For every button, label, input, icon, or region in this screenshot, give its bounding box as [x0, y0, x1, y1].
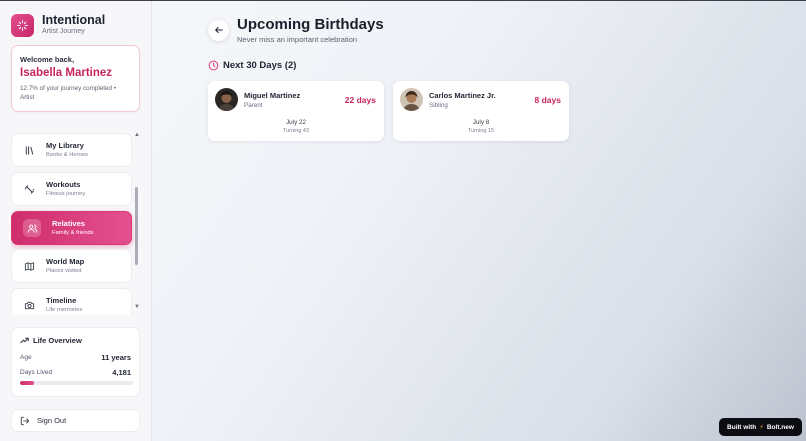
days-until-birthday: 8 days — [534, 95, 561, 105]
birthday-name: Miguel Martinez — [244, 91, 301, 100]
users-icon — [23, 219, 41, 237]
library-icon — [23, 144, 35, 156]
sign-out-button[interactable]: Sign Out — [11, 409, 140, 432]
sidebar-item-my-library[interactable]: My Library Books & Heroes — [11, 133, 132, 167]
avatar — [215, 88, 238, 111]
sidebar-item-sublabel: Books & Heroes — [46, 152, 88, 158]
birthday-card[interactable]: Carlos Martinez Jr. Sibling 8 days July … — [393, 81, 569, 141]
sign-out-label: Sign Out — [37, 416, 67, 425]
sidebar-item-sublabel: Places visited — [46, 268, 82, 274]
age-value: 11 years — [101, 353, 131, 362]
sidebar-item-label: My Library — [46, 141, 84, 150]
built-with-bolt-badge[interactable]: Built with ⚡ Bolt.new — [719, 418, 802, 436]
brand[interactable]: Intentional Artist Journey — [11, 13, 105, 37]
welcome-card: Welcome back, Isabella Martinez 12.7% of… — [11, 45, 140, 112]
birthday-relation: Parent — [244, 102, 263, 109]
birthday-date: July 8 — [472, 119, 490, 126]
map-icon — [23, 260, 35, 272]
birthday-date: July 22 — [286, 119, 306, 126]
sidebar-item-label: Workouts — [46, 180, 81, 189]
sparkle-icon — [11, 13, 34, 37]
life-progress-fill — [20, 381, 35, 385]
clock-icon — [208, 60, 219, 71]
sidebar-item-world-map[interactable]: World Map Places visited — [11, 249, 132, 283]
sidebar-item-sublabel: Fitness journey — [46, 191, 86, 197]
birthday-name: Carlos Martinez Jr. — [429, 91, 496, 100]
dumbbell-icon — [23, 183, 35, 195]
birthday-card[interactable]: Miguel Martinez Parent 22 days July 22 T… — [208, 81, 384, 141]
sidebar-item-timeline[interactable]: Timeline Life memories — [11, 288, 132, 315]
days-lived-label: Days Lived — [20, 369, 53, 376]
sidebar-item-label: Timeline — [46, 296, 77, 305]
sidebar-item-workouts[interactable]: Workouts Fitness journey — [11, 172, 132, 206]
sidebar-item-sublabel: Family & friends — [52, 230, 94, 236]
welcome-label: Welcome back, — [20, 55, 75, 64]
avatar — [400, 88, 423, 111]
section-title: Next 30 Days (2) — [223, 60, 297, 71]
turning-age: Turning 43 — [282, 128, 310, 134]
birthday-relation: Sibling — [429, 102, 448, 109]
badge-prefix: Built with — [727, 423, 757, 431]
app-subtitle: Artist Journey — [42, 28, 85, 35]
life-overview-card: Life Overview Age 11 years Days Lived 4,… — [11, 327, 140, 397]
days-until-birthday: 22 days — [344, 95, 376, 105]
life-progress-bar — [20, 381, 133, 385]
badge-name: Bolt.new — [766, 423, 794, 431]
journey-progress-text: 12.7% of your journey completed • Artist — [20, 85, 117, 101]
days-lived-value: 4,181 — [112, 368, 131, 377]
section-header: Next 30 Days (2) — [208, 60, 296, 71]
sidebar-item-relatives[interactable]: Relatives Family & friends — [11, 211, 132, 245]
turning-age: Turning 15 — [467, 128, 495, 134]
app-title: Intentional — [42, 13, 106, 27]
sidebar-item-label: World Map — [46, 257, 85, 266]
arrow-left-icon — [214, 22, 224, 40]
sidebar-nav: My Library Books & Heroes Workouts Fitne… — [11, 129, 141, 315]
user-name: Isabella Martinez — [20, 67, 113, 79]
trending-up-icon — [20, 336, 29, 345]
sidebar: Intentional Artist Journey Welcome back,… — [0, 1, 152, 441]
sidebar-item-label: Relatives — [52, 219, 85, 228]
page-title: Upcoming Birthdays — [237, 16, 384, 33]
back-button[interactable] — [208, 20, 229, 41]
lightning-icon: ⚡ — [759, 424, 764, 431]
logout-icon — [20, 416, 30, 426]
camera-icon — [23, 299, 35, 311]
sidebar-item-sublabel: Life memories — [46, 307, 83, 313]
life-overview-title: Life Overview — [33, 336, 82, 345]
page-subtitle: Never miss an important celebration — [237, 35, 358, 44]
age-label: Age — [20, 354, 32, 361]
